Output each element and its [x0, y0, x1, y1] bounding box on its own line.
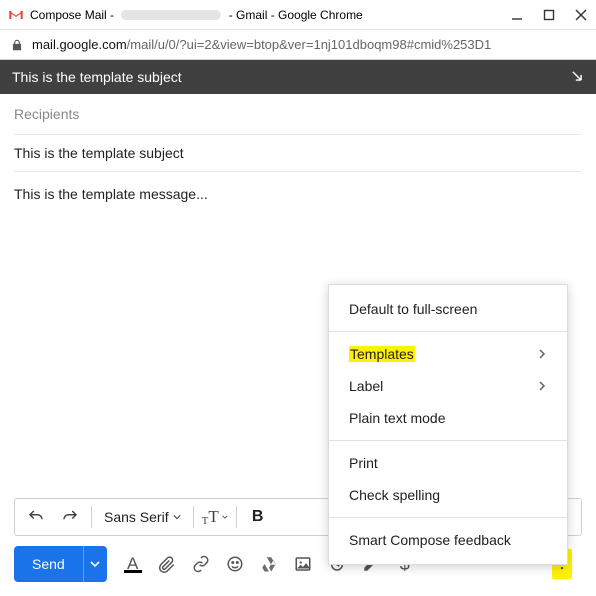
url-text: mail.google.com/mail/u/0/?ui=2&view=btop… [32, 37, 491, 52]
menu-item-label: Templates [349, 346, 415, 362]
menu-item-label: Label [349, 378, 383, 394]
insert-emoji-button[interactable] [223, 552, 247, 576]
menu-item-label: Print [349, 455, 378, 471]
window-maximize-button[interactable] [542, 8, 556, 22]
redo-button[interactable] [57, 504, 83, 530]
undo-button[interactable] [23, 504, 49, 530]
font-size-select[interactable]: TT [202, 504, 228, 530]
window-close-button[interactable] [574, 8, 588, 22]
menu-item-label: Smart Compose feedback [349, 532, 511, 548]
insert-link-button[interactable] [189, 552, 213, 576]
font-family-label: Sans Serif [104, 509, 169, 525]
submenu-arrow-icon [537, 349, 547, 359]
dropdown-caret-icon [222, 508, 228, 526]
send-options-button[interactable] [83, 546, 107, 582]
more-options-menu: Default to full-screen Templates Label P… [328, 284, 568, 565]
window-minimize-button[interactable] [510, 8, 524, 22]
insert-drive-button[interactable] [257, 552, 281, 576]
menu-item-print[interactable]: Print [329, 447, 567, 479]
menu-item-check-spelling[interactable]: Check spelling [329, 479, 567, 511]
subject-field[interactable]: This is the template subject [14, 135, 582, 172]
text-color-button[interactable]: A [121, 552, 145, 576]
gmail-m-icon [8, 7, 24, 23]
send-button-group: Send [14, 546, 107, 582]
menu-item-fullscreen[interactable]: Default to full-screen [329, 293, 567, 325]
menu-item-plain-text[interactable]: Plain text mode [329, 402, 567, 434]
browser-address-bar[interactable]: mail.google.com/mail/u/0/?ui=2&view=btop… [0, 30, 596, 60]
compose-header-subject: This is the template subject [12, 69, 182, 85]
window-titlebar: Compose Mail - - Gmail - Google Chrome [0, 0, 596, 30]
bold-button[interactable]: B [245, 508, 271, 526]
window-title: Compose Mail - - Gmail - Google Chrome [30, 8, 510, 22]
submenu-arrow-icon [537, 381, 547, 391]
recipients-field[interactable]: Recipients [14, 94, 582, 135]
popout-arrow-icon[interactable] [570, 69, 584, 86]
send-button[interactable]: Send [14, 546, 83, 582]
menu-item-label-menu[interactable]: Label [329, 370, 567, 402]
lock-icon [10, 38, 24, 52]
dropdown-caret-icon [173, 513, 181, 521]
menu-item-smart-compose[interactable]: Smart Compose feedback [329, 524, 567, 556]
menu-item-label: Plain text mode [349, 410, 446, 426]
insert-photo-button[interactable] [291, 552, 315, 576]
attach-file-button[interactable] [155, 552, 179, 576]
redacted-email [121, 10, 221, 20]
menu-item-label: Default to full-screen [349, 301, 477, 317]
menu-item-templates[interactable]: Templates [329, 338, 567, 370]
compose-header: This is the template subject [0, 60, 596, 94]
menu-item-label: Check spelling [349, 487, 440, 503]
font-family-select[interactable]: Sans Serif [100, 509, 185, 525]
